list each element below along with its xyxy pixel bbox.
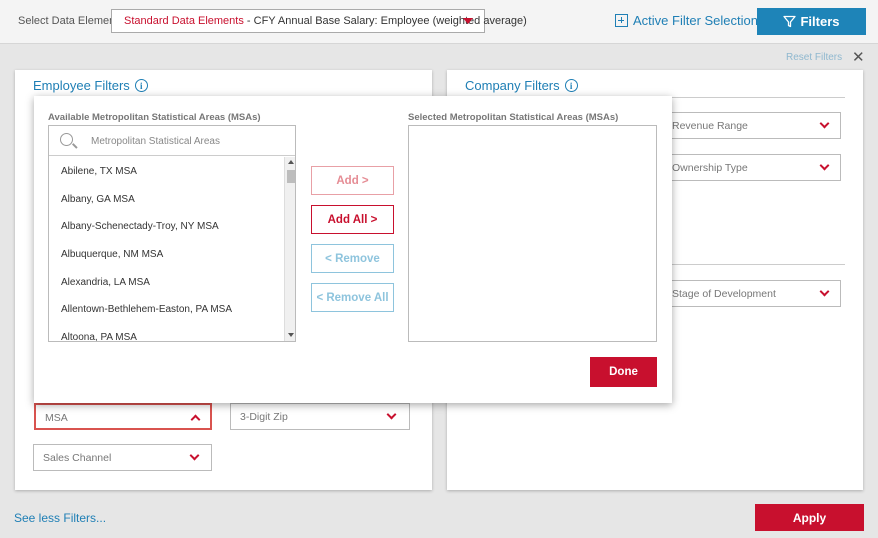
scroll-up-arrow-icon[interactable] <box>288 160 294 164</box>
filter-funnel-icon <box>783 15 797 28</box>
zip-dropdown-label: 3-Digit Zip <box>240 411 288 423</box>
select-data-element-label: Select Data Element <box>18 15 119 27</box>
stage-of-development-dropdown[interactable]: Stage of Development <box>647 280 841 307</box>
available-msas-listbox[interactable]: Metropolitan Statistical Areas Abilene, … <box>48 125 296 342</box>
list-item[interactable]: Alexandria, LA MSA <box>49 268 285 296</box>
list-item[interactable]: Abilene, TX MSA <box>49 157 285 185</box>
list-item[interactable]: Albany, GA MSA <box>49 185 285 213</box>
filters-button[interactable]: Filters <box>757 8 866 35</box>
chevron-down-icon <box>189 450 200 461</box>
chevron-down-icon <box>819 286 830 297</box>
employee-filters-title: Employee Filters <box>33 78 130 93</box>
three-digit-zip-dropdown[interactable]: 3-Digit Zip <box>230 403 410 430</box>
stage-of-development-label: Stage of Development <box>672 288 776 300</box>
list-item[interactable]: Altoona, PA MSA <box>49 323 285 341</box>
remove-all-button[interactable]: < Remove All <box>311 283 394 312</box>
chevron-down-icon <box>819 118 830 129</box>
available-msas-list: Abilene, TX MSA Albany, GA MSA Albany-Sc… <box>49 157 285 341</box>
active-filter-selections-button[interactable]: Active Filter Selections <box>615 13 765 28</box>
see-less-filters-link[interactable]: See less Filters... <box>14 511 106 525</box>
msa-dropdown-label: MSA <box>45 412 68 424</box>
data-element-value: - CFY Annual Base Salary: Employee (weig… <box>243 15 527 27</box>
dropdown-triangle-icon <box>463 18 473 24</box>
plus-box-icon <box>615 14 628 27</box>
filters-button-label: Filters <box>800 14 840 29</box>
selected-msas-heading: Selected Metropolitan Statistical Areas … <box>408 112 619 123</box>
revenue-range-label: Revenue Range <box>672 120 748 132</box>
chevron-up-icon <box>190 414 201 425</box>
close-icon[interactable]: ✕ <box>852 48 865 66</box>
ownership-type-label: Ownership Type <box>672 162 748 174</box>
apply-button[interactable]: Apply <box>755 504 864 531</box>
scroll-thumb[interactable] <box>287 170 295 183</box>
ownership-type-dropdown[interactable]: Ownership Type <box>647 154 841 181</box>
reset-filters-link[interactable]: Reset Filters <box>786 52 842 63</box>
top-bar: Select Data Element Standard Data Elemen… <box>0 0 878 44</box>
employee-filters-heading: Employee Filters i <box>33 78 148 93</box>
company-filters-heading: Company Filters i <box>465 78 578 93</box>
revenue-range-dropdown[interactable]: Revenue Range <box>647 112 841 139</box>
msa-search-input[interactable]: Metropolitan Statistical Areas <box>49 126 295 156</box>
remove-button[interactable]: < Remove <box>311 244 394 273</box>
list-item[interactable]: Albany-Schenectady-Troy, NY MSA <box>49 212 285 240</box>
list-item[interactable]: Allentown-Bethlehem-Easton, PA MSA <box>49 295 285 323</box>
info-icon[interactable]: i <box>134 79 148 92</box>
available-msas-heading: Available Metropolitan Statistical Areas… <box>48 112 261 123</box>
sales-channel-dropdown[interactable]: Sales Channel <box>33 444 212 471</box>
company-filters-title: Company Filters <box>465 78 560 93</box>
data-element-category: Standard Data Elements <box>124 15 244 27</box>
selected-msas-listbox[interactable] <box>408 125 657 342</box>
active-filter-selections-label: Active Filter Selections <box>633 13 765 28</box>
sales-channel-dropdown-label: Sales Channel <box>43 452 112 464</box>
add-all-button[interactable]: Add All > <box>311 205 394 234</box>
done-button[interactable]: Done <box>590 357 657 387</box>
search-icon <box>60 133 73 146</box>
list-item[interactable]: Albuquerque, NM MSA <box>49 240 285 268</box>
msa-search-placeholder: Metropolitan Statistical Areas <box>91 136 220 147</box>
list-scrollbar[interactable] <box>284 157 295 341</box>
add-button[interactable]: Add > <box>311 166 394 195</box>
info-icon[interactable]: i <box>564 79 578 92</box>
chevron-down-icon <box>386 409 397 420</box>
msa-dropdown[interactable]: MSA <box>34 403 212 430</box>
data-element-select[interactable]: Standard Data Elements - CFY Annual Base… <box>111 9 527 33</box>
scroll-down-arrow-icon[interactable] <box>288 333 294 337</box>
chevron-down-icon <box>819 160 830 171</box>
msa-selection-modal: Available Metropolitan Statistical Areas… <box>34 96 672 403</box>
